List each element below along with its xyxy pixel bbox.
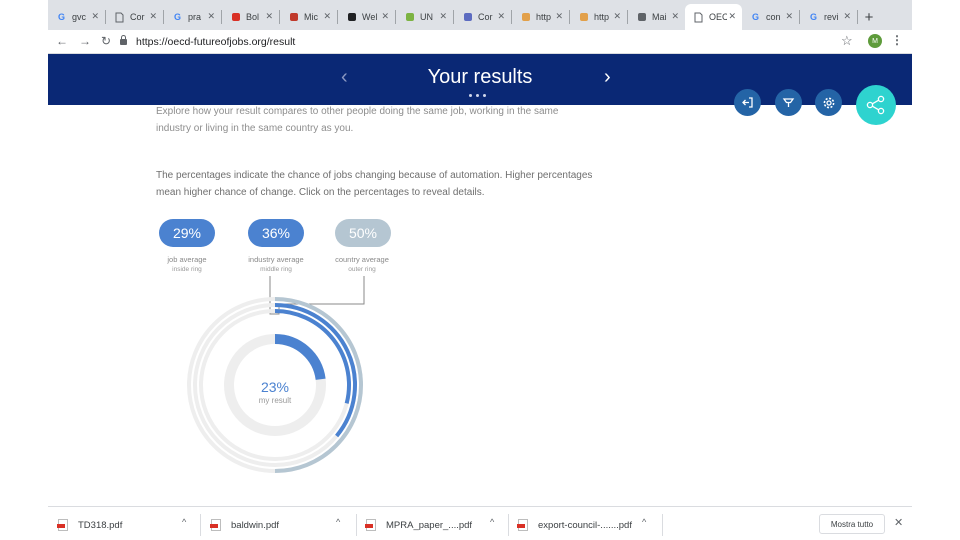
favicon-icon <box>404 12 415 23</box>
tab-close-icon[interactable]: ✕ <box>497 11 505 22</box>
tab-close-icon[interactable]: ✕ <box>439 11 447 22</box>
new-tab-button[interactable]: + <box>858 4 880 30</box>
download-separator <box>508 514 509 536</box>
favicon-icon <box>693 12 704 23</box>
download-options-icon[interactable]: ^ <box>182 517 186 527</box>
close-shelf-icon[interactable]: ✕ <box>894 516 903 529</box>
favicon-icon <box>462 12 473 23</box>
tab-close-icon[interactable]: ✕ <box>91 11 99 22</box>
bookmark-star-icon[interactable]: ☆ <box>841 33 853 49</box>
my-result-value: 23% <box>260 379 290 395</box>
download-options-icon[interactable]: ^ <box>490 517 494 527</box>
url-text[interactable]: https://oecd-futureofjobs.org/result <box>136 36 295 48</box>
profile-avatar[interactable]: M <box>868 34 882 48</box>
favicon-icon <box>114 12 125 23</box>
tab-label: Cor <box>130 12 145 22</box>
pdf-file-icon <box>57 519 68 531</box>
back-button[interactable]: ← <box>54 34 70 48</box>
forward-button[interactable]: → <box>77 34 93 48</box>
tab-close-icon[interactable]: ✕ <box>381 11 389 22</box>
browser-tab[interactable]: http ✕ <box>570 4 627 30</box>
tab-close-icon[interactable]: ✕ <box>323 11 331 22</box>
pdf-file-icon <box>210 519 221 531</box>
favicon-icon <box>288 12 299 23</box>
favicon-icon <box>346 12 357 23</box>
browser-window: Ggvc ✕ Cor ✕ Gpra ✕ Bol ✕ Mic ✕ Wel ✕ UN ✕ Cor ✕ http ✕ ht… <box>0 0 960 540</box>
download-filename: baldwin.pdf <box>231 519 280 531</box>
tab-label: http <box>594 12 610 22</box>
download-separator <box>356 514 357 536</box>
my-result-arc[interactable] <box>274 334 326 381</box>
lock-icon <box>120 35 127 45</box>
reload-button[interactable]: ↻ <box>98 34 114 48</box>
download-item[interactable]: MPRA_paper_....pdf <box>365 515 473 535</box>
browser-menu-icon[interactable]: ⋮ <box>891 33 903 47</box>
download-filename: TD318.pdf <box>78 519 123 531</box>
show-all-downloads-button[interactable]: Mostra tutto <box>819 514 885 534</box>
address-bar[interactable]: https://oecd-futureofjobs.org/result <box>116 32 866 52</box>
pdf-file-icon <box>365 519 376 531</box>
browser-tab[interactable]: Gpra ✕ <box>164 4 221 30</box>
browser-tab[interactable]: UN ✕ <box>396 4 453 30</box>
download-options-icon[interactable]: ^ <box>336 517 340 527</box>
browser-tab[interactable]: Mai ✕ <box>628 4 685 30</box>
download-item[interactable]: export-council-.......pdf <box>517 515 632 535</box>
tab-label: Mic <box>304 12 318 22</box>
favicon-icon <box>520 12 531 23</box>
tab-close-icon[interactable]: ✕ <box>728 11 736 22</box>
favicon-icon: G <box>57 12 65 22</box>
tab-close-icon[interactable]: ✕ <box>265 11 273 22</box>
favicon-icon <box>230 12 241 23</box>
tab-label: OEC <box>709 12 727 22</box>
tab-label: revi <box>824 12 839 22</box>
browser-chrome: Ggvc ✕ Cor ✕ Gpra ✕ Bol ✕ Mic ✕ Wel ✕ UN ✕ Cor ✕ http ✕ ht… <box>48 0 912 54</box>
browser-tab[interactable]: OEC ✕ <box>685 4 742 30</box>
tab-label: Mai <box>652 12 667 22</box>
download-separator <box>200 514 201 536</box>
tab-close-icon[interactable]: ✕ <box>613 11 621 22</box>
favicon-icon: G <box>173 12 181 22</box>
tab-label: UN <box>420 12 433 22</box>
favicon-icon: G <box>809 12 817 22</box>
tab-close-icon[interactable]: ✕ <box>785 11 793 22</box>
tab-label: Bol <box>246 12 260 22</box>
favicon-icon: G <box>751 12 759 22</box>
tab-close-icon[interactable]: ✕ <box>671 11 679 22</box>
my-result-label: my result <box>258 396 292 405</box>
tab-close-icon[interactable]: ✕ <box>843 11 851 22</box>
results-ring-chart: 23% my result <box>180 290 370 480</box>
tab-label: con <box>766 12 781 22</box>
tab-label: gvc <box>72 12 87 22</box>
download-separator <box>662 514 663 536</box>
download-shelf: Mostra tutto ✕ TD318.pdf ^ baldwin.pdf ^ MPR… <box>48 506 912 540</box>
tab-close-icon[interactable]: ✕ <box>555 11 563 22</box>
page-content: Explore how your result compares to othe… <box>48 54 912 506</box>
browser-tab[interactable]: Bol ✕ <box>222 4 279 30</box>
tab-close-icon[interactable]: ✕ <box>207 11 215 22</box>
tab-label: Cor <box>478 12 493 22</box>
browser-tab[interactable]: Mic ✕ <box>280 4 337 30</box>
favicon-icon <box>636 12 647 23</box>
browser-tab[interactable]: Cor ✕ <box>454 4 511 30</box>
browser-tab[interactable]: Gcon ✕ <box>742 4 799 30</box>
tab-close-icon[interactable]: ✕ <box>149 11 157 22</box>
tab-label: pra <box>188 12 202 22</box>
download-filename: MPRA_paper_....pdf <box>386 519 473 531</box>
tab-strip: Ggvc ✕ Cor ✕ Gpra ✕ Bol ✕ Mic ✕ Wel ✕ UN ✕ Cor ✕ http ✕ ht… <box>48 4 880 30</box>
tab-label: http <box>536 12 552 22</box>
pdf-file-icon <box>517 519 528 531</box>
browser-toolbar: ← → ↻ https://oecd-futureofjobs.org/resu… <box>48 30 912 54</box>
browser-tab[interactable]: Cor ✕ <box>106 4 163 30</box>
download-options-icon[interactable]: ^ <box>642 517 646 527</box>
download-item[interactable]: baldwin.pdf <box>210 515 280 535</box>
browser-tab[interactable]: http ✕ <box>512 4 569 30</box>
favicon-icon <box>578 12 589 23</box>
tab-label: Wel <box>362 12 378 22</box>
browser-tab[interactable]: Wel ✕ <box>338 4 395 30</box>
download-item[interactable]: TD318.pdf <box>57 515 123 535</box>
download-filename: export-council-.......pdf <box>538 519 632 531</box>
browser-tab[interactable]: Grevi ✕ <box>800 4 857 30</box>
connector-lines <box>269 276 365 315</box>
browser-tab[interactable]: Ggvc ✕ <box>48 4 105 30</box>
